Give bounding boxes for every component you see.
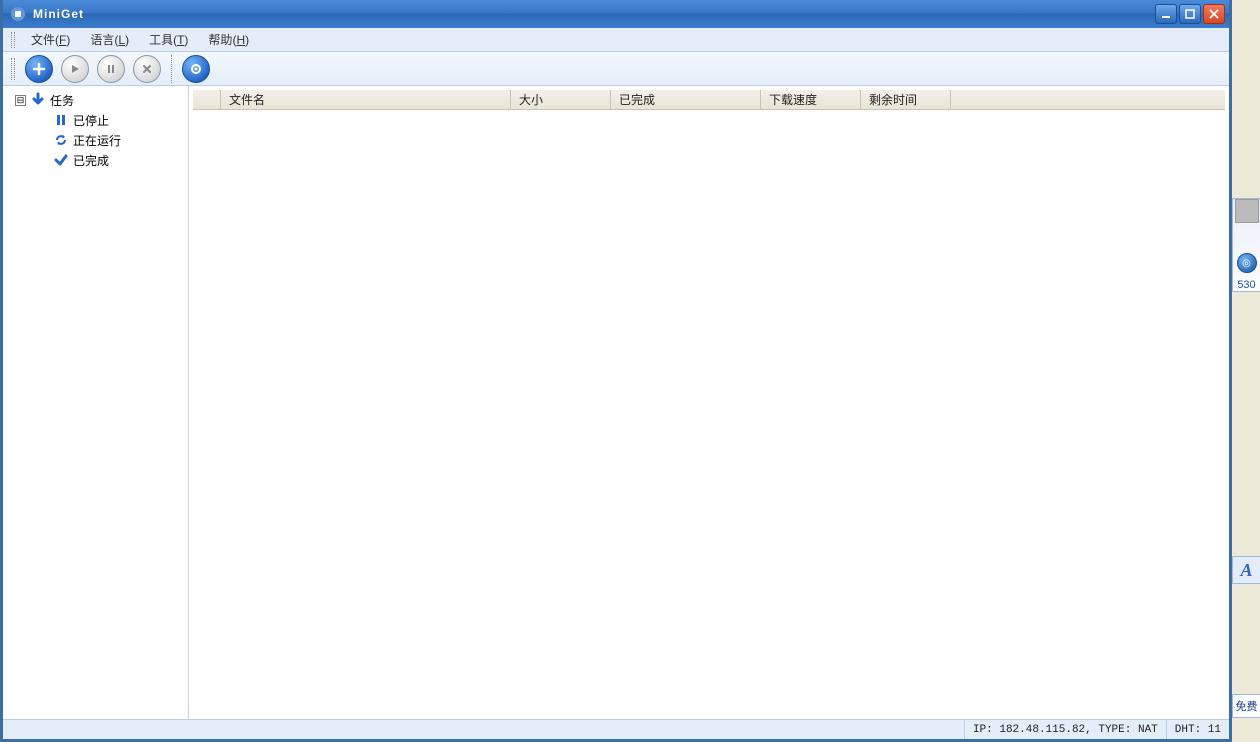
menu-grip[interactable]	[11, 32, 15, 48]
status-bar: IP: 182.48.115.82, TYPE: NAT DHT: 11	[3, 719, 1229, 739]
side-a-button[interactable]: A	[1232, 556, 1260, 584]
tree-children: 已停止 正在运行 已完成	[15, 110, 188, 170]
menu-help-hotkey: H	[236, 33, 245, 47]
status-ip: IP: 182.48.115.82, TYPE: NAT	[964, 720, 1166, 739]
refresh-icon	[53, 132, 69, 148]
add-task-button[interactable]	[25, 55, 53, 83]
menu-tools-label: 工具	[149, 33, 173, 47]
toolbar-separator	[171, 55, 172, 83]
menu-bar: 文件(F) 语言(L) 工具(T) 帮助(H)	[3, 28, 1229, 52]
status-filler	[3, 720, 964, 739]
tree-root-label: 任务	[50, 92, 74, 109]
side-free-text: 免费	[1236, 698, 1258, 714]
column-completed-label: 已完成	[619, 91, 655, 108]
app-title: MiniGet	[33, 7, 1155, 21]
app-icon	[9, 5, 27, 23]
download-arrow-icon	[30, 92, 46, 108]
menu-file-hotkey: F	[59, 33, 66, 47]
tree-item-label: 已停止	[73, 112, 109, 129]
tree-expander[interactable]: ⊟	[15, 95, 26, 106]
main-panel: 文件名 大小 已完成 下载速度 剩余时间	[189, 86, 1229, 719]
side-number: 530	[1237, 279, 1255, 291]
task-tree: ⊟ 任务 已停止	[3, 90, 188, 170]
menu-help-label: 帮助	[208, 33, 232, 47]
delete-button[interactable]	[133, 55, 161, 83]
column-remaining[interactable]: 剩余时间	[861, 90, 951, 109]
avatar-thumbnail[interactable]	[1235, 199, 1259, 223]
column-size-label: 大小	[519, 91, 543, 108]
column-completed[interactable]: 已完成	[611, 90, 761, 109]
toolbar	[3, 52, 1229, 86]
menu-language-hotkey: L	[118, 33, 125, 47]
menu-file-label: 文件	[31, 33, 55, 47]
pause-icon	[53, 112, 69, 128]
settings-button[interactable]	[182, 55, 210, 83]
tree-item-label: 正在运行	[73, 132, 121, 149]
column-size[interactable]: 大小	[511, 90, 611, 109]
column-filename[interactable]: 文件名	[221, 90, 511, 109]
menu-language-label: 语言	[90, 33, 114, 47]
check-icon	[53, 152, 69, 168]
pause-button[interactable]	[97, 55, 125, 83]
side-app-icon[interactable]: ◎	[1237, 253, 1257, 273]
menu-tools-hotkey: T	[177, 33, 184, 47]
side-a-label: A	[1240, 560, 1252, 581]
window-controls	[1155, 4, 1225, 24]
close-button[interactable]	[1203, 4, 1225, 24]
tree-item-running[interactable]: 正在运行	[53, 130, 188, 150]
titlebar[interactable]: MiniGet	[3, 0, 1229, 28]
minimize-button[interactable]	[1155, 4, 1177, 24]
column-speed-label: 下载速度	[769, 91, 817, 108]
tree-item-completed[interactable]: 已完成	[53, 150, 188, 170]
side-free-label[interactable]: 免费	[1232, 694, 1260, 718]
sidebar: ⊟ 任务 已停止	[3, 86, 189, 719]
tree-root-row[interactable]: ⊟ 任务	[15, 90, 188, 110]
list-header: 文件名 大小 已完成 下载速度 剩余时间	[193, 90, 1225, 110]
tree-item-label: 已完成	[73, 152, 109, 169]
maximize-button[interactable]	[1179, 4, 1201, 24]
menu-tools[interactable]: 工具(T)	[141, 29, 196, 50]
main-window: MiniGet 文件(F) 语言(L) 工具(T) 帮助(H)	[0, 0, 1232, 742]
start-button[interactable]	[61, 55, 89, 83]
column-remaining-label: 剩余时间	[869, 91, 917, 108]
task-list[interactable]	[193, 110, 1225, 715]
menu-file[interactable]: 文件(F)	[23, 29, 78, 50]
tree-item-stopped[interactable]: 已停止	[53, 110, 188, 130]
column-speed[interactable]: 下载速度	[761, 90, 861, 109]
toolbar-grip[interactable]	[11, 58, 15, 80]
status-dht: DHT: 11	[1166, 720, 1229, 739]
menu-help[interactable]: 帮助(H)	[200, 29, 257, 50]
body-area: ⊟ 任务 已停止	[3, 86, 1229, 719]
side-panel[interactable]: ◎ 530	[1232, 198, 1260, 292]
menu-language[interactable]: 语言(L)	[82, 29, 137, 50]
column-icon[interactable]	[193, 90, 221, 109]
column-filename-label: 文件名	[229, 91, 265, 108]
